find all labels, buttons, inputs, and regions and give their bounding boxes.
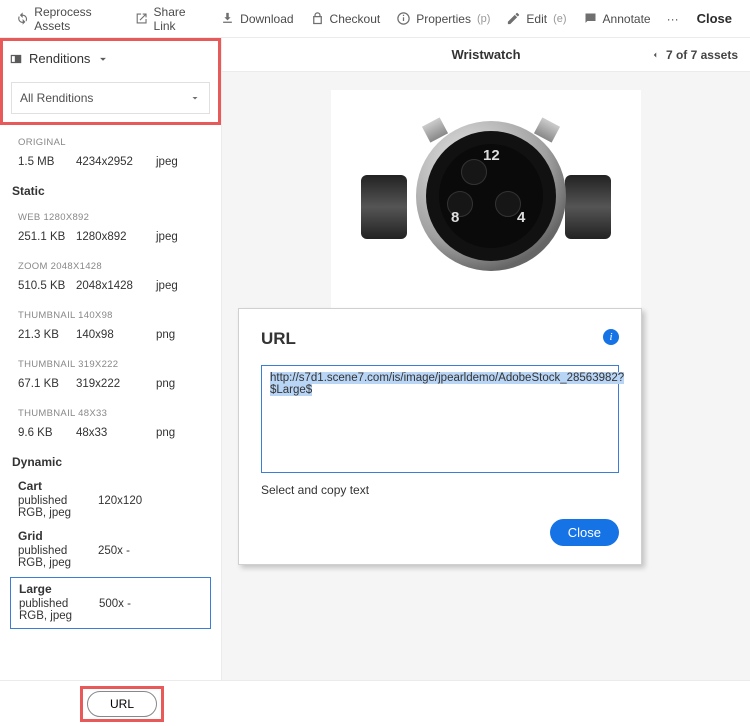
renditions-highlight: Renditions All Renditions	[0, 38, 221, 125]
edit-key: (e)	[553, 13, 566, 25]
info-icon	[396, 11, 411, 26]
edit-label: Edit	[526, 12, 547, 26]
download-label: Download	[240, 12, 293, 26]
checkout-label: Checkout	[330, 12, 381, 26]
share-link-button[interactable]: Share Link	[127, 0, 212, 37]
annotate-label: Annotate	[603, 12, 651, 26]
dynamic-rendition-cart[interactable]: Cart published120x120 RGB, jpeg	[4, 475, 217, 525]
checkout-button[interactable]: Checkout	[302, 0, 389, 37]
dynamic-rendition-grid[interactable]: Grid published250x - RGB, jpeg	[4, 525, 217, 575]
chevron-down-icon	[96, 52, 110, 66]
rendition-row[interactable]: 9.6 KB 48x33 png	[4, 423, 217, 449]
properties-label: Properties	[416, 12, 471, 26]
section-thumb1: THUMBNAIL 140X98	[4, 302, 217, 325]
properties-button[interactable]: Properties (p)	[388, 0, 498, 37]
reprocess-label: Reprocess Assets	[34, 5, 119, 33]
top-toolbar: Reprocess Assets Share Link Download Che…	[0, 0, 750, 38]
annotate-button[interactable]: Annotate	[575, 0, 659, 37]
footer-bar: URL	[0, 680, 750, 726]
rendition-row[interactable]: 1.5 MB 4234x2952 jpeg	[4, 152, 217, 178]
url-modal: i URL http://s7d1.scene7.com/is/image/jp…	[238, 308, 642, 565]
lock-icon	[310, 11, 325, 26]
section-thumb2: THUMBNAIL 319X222	[4, 351, 217, 374]
dynamic-rendition-large[interactable]: Large published500x - RGB, jpeg	[10, 577, 211, 629]
static-header: Static	[4, 178, 217, 204]
modal-title: URL	[261, 329, 619, 349]
edit-button[interactable]: Edit (e)	[498, 0, 574, 37]
watch-image: 1248	[361, 103, 611, 303]
pencil-icon	[506, 11, 521, 26]
asset-title: Wristwatch	[451, 47, 520, 62]
chevron-down-icon	[189, 92, 201, 104]
section-web: WEB 1280X892	[4, 204, 217, 227]
filter-value: All Renditions	[20, 91, 93, 105]
url-button-highlight: URL	[80, 686, 164, 722]
section-thumb3: THUMBNAIL 48X33	[4, 400, 217, 423]
url-button[interactable]: URL	[87, 691, 157, 717]
section-zoom: ZOOM 2048X1428	[4, 253, 217, 276]
panel-icon	[9, 52, 23, 66]
rendition-row[interactable]: 251.1 KB 1280x892 jpeg	[4, 227, 217, 253]
refresh-icon	[16, 11, 29, 26]
download-button[interactable]: Download	[212, 0, 301, 37]
renditions-dropdown[interactable]: Renditions	[3, 41, 218, 76]
modal-hint: Select and copy text	[261, 483, 619, 497]
close-button[interactable]: Close	[687, 11, 742, 26]
download-icon	[220, 11, 235, 26]
url-textarea[interactable]: http://s7d1.scene7.com/is/image/jpearlde…	[261, 365, 619, 473]
rendition-row[interactable]: 67.1 KB 319x222 png	[4, 374, 217, 400]
rendition-row[interactable]: 510.5 KB 2048x1428 jpeg	[4, 276, 217, 302]
filter-dropdown[interactable]: All Renditions	[11, 82, 210, 114]
annotate-icon	[583, 11, 598, 26]
chevron-left-icon	[650, 50, 660, 60]
asset-count[interactable]: 7 of 7 assets	[650, 48, 738, 62]
more-button[interactable]: ···	[659, 0, 687, 37]
reprocess-assets-button[interactable]: Reprocess Assets	[8, 0, 127, 37]
asset-preview: 1248	[331, 90, 641, 316]
renditions-label: Renditions	[29, 51, 90, 66]
share-label: Share Link	[154, 5, 205, 33]
more-icon: ···	[667, 12, 679, 26]
url-text: http://s7d1.scene7.com/is/image/jpearlde…	[270, 372, 624, 396]
renditions-panel: Renditions All Renditions ORIGINAL 1.5 M…	[0, 38, 222, 680]
info-icon[interactable]: i	[603, 329, 619, 345]
share-icon	[135, 11, 148, 26]
section-original: ORIGINAL	[4, 129, 217, 152]
properties-key: (p)	[477, 13, 490, 25]
rendition-row[interactable]: 21.3 KB 140x98 png	[4, 325, 217, 351]
modal-close-button[interactable]: Close	[550, 519, 619, 546]
dynamic-header: Dynamic	[4, 449, 217, 475]
